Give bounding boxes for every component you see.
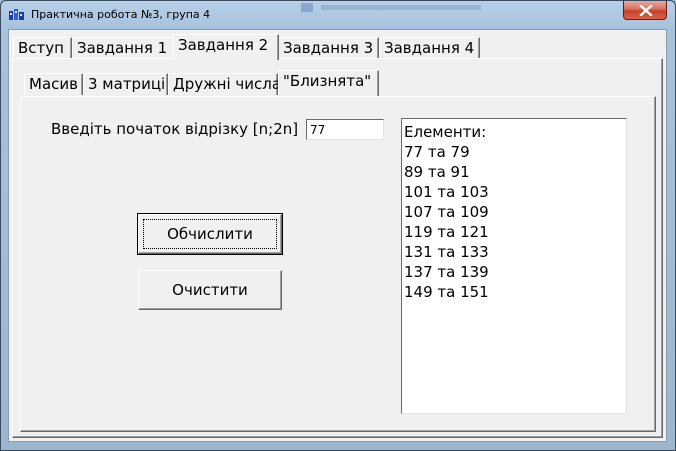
tab-label: Масив — [29, 75, 78, 93]
clear-button[interactable]: Очистити — [138, 270, 282, 310]
tab-zavdannia-1[interactable]: Завдання 1 — [72, 37, 175, 59]
list-item: 131 та 133 — [404, 243, 489, 261]
list-item: 101 та 103 — [404, 183, 489, 201]
close-icon — [639, 5, 653, 16]
close-button[interactable] — [623, 1, 667, 20]
focus-rectangle — [143, 219, 277, 249]
tab-label: 3 матриці — [88, 75, 166, 93]
list-item: 89 та 91 — [404, 163, 470, 181]
client-area: Вступ Завдання 1 Завдання 2 Завдання 3 З… — [8, 29, 667, 442]
tab-label: Завдання 1 — [77, 39, 168, 57]
tab-label: Вступ — [18, 39, 64, 57]
list-item: 149 та 151 — [404, 283, 489, 301]
taskbar-ghost-icon — [301, 3, 481, 12]
app-icon — [9, 9, 24, 20]
tab-label: Завдання 3 — [283, 39, 374, 57]
interval-prompt-label: Введіть початок відрізку [n;2n] — [51, 120, 299, 138]
title-bar[interactable]: Практична робота №3, група 4 — [1, 1, 675, 29]
tab-bliznyata[interactable]: "Близнята" — [278, 70, 379, 96]
tab-masyv[interactable]: Масив — [24, 73, 83, 95]
app-window: Практична робота №3, група 4 Вступ Завда… — [0, 0, 676, 451]
list-item: 137 та 139 — [404, 263, 489, 281]
clear-button-label: Очистити — [172, 281, 248, 299]
list-item: 119 та 121 — [404, 223, 489, 241]
tab-label: Завдання 2 — [178, 36, 269, 54]
list-item: Елементи: — [404, 123, 487, 141]
interval-start-input[interactable] — [306, 119, 384, 140]
tab-label: Завдання 4 — [384, 39, 475, 57]
tab-zavdannia-3[interactable]: Завдання 3 — [278, 37, 379, 59]
window-title: Практична робота №3, група 4 — [31, 8, 211, 21]
results-listbox[interactable]: Елементи: 77 та 79 89 та 91 101 та 103 1… — [401, 118, 627, 414]
calculate-button[interactable]: Обчислити — [137, 213, 283, 255]
tab-3-matrytsi[interactable]: 3 матриці — [83, 73, 168, 95]
tab-zavdannia-4[interactable]: Завдання 4 — [379, 37, 480, 59]
tab-vstup[interactable]: Вступ — [13, 37, 72, 59]
list-item: 107 та 109 — [404, 203, 489, 221]
tab-label: "Близнята" — [283, 72, 372, 90]
tab-zavdannia-2[interactable]: Завдання 2 — [173, 34, 279, 60]
tab-label: Дружні числа — [173, 75, 282, 93]
list-item: 77 та 79 — [404, 143, 470, 161]
tab-druzhni-chysla[interactable]: Дружні числа — [168, 73, 282, 95]
